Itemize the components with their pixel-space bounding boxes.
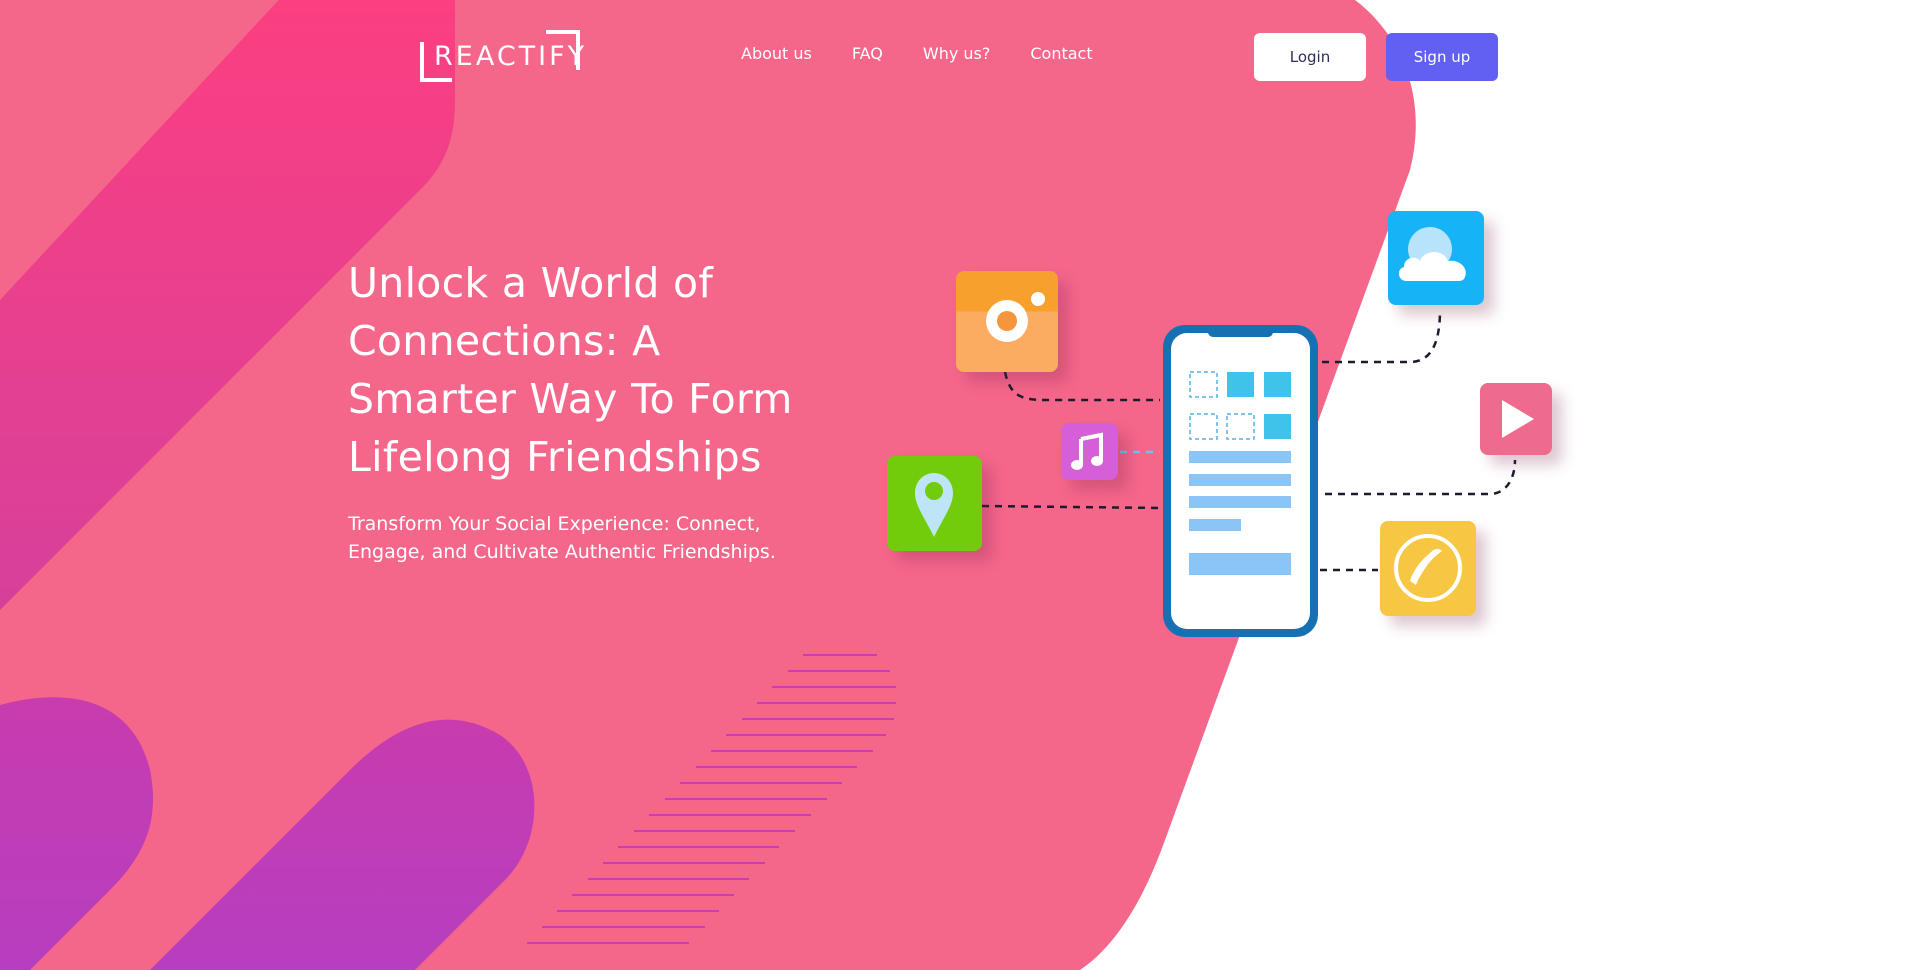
landing-page: REACTIFY About us FAQ Why us? Contact Lo… [0, 0, 1922, 970]
location-pin-icon [887, 456, 982, 551]
nav-why-us[interactable]: Why us? [923, 44, 990, 63]
signup-button[interactable]: Sign up [1386, 33, 1498, 81]
nav-about-us[interactable]: About us [741, 44, 812, 63]
main-nav: About us FAQ Why us? Contact [741, 44, 1093, 63]
play-icon [1480, 383, 1552, 455]
hero-title: Unlock a World of Connections: A Smarter… [348, 259, 793, 481]
brand-logo[interactable]: REACTIFY [420, 30, 584, 84]
login-button[interactable]: Login [1254, 33, 1366, 81]
logo-text: REACTIFY [434, 41, 588, 72]
nav-contact[interactable]: Contact [1030, 44, 1092, 63]
phone-icon [1380, 521, 1476, 616]
cloud-icon [1388, 211, 1484, 305]
music-note-icon [1061, 423, 1118, 480]
nav-faq[interactable]: FAQ [852, 44, 883, 63]
smartphone-icon [1163, 325, 1318, 637]
camera-icon [956, 271, 1058, 372]
hero-subtitle: Transform Your Social Experience: Connec… [348, 513, 776, 563]
